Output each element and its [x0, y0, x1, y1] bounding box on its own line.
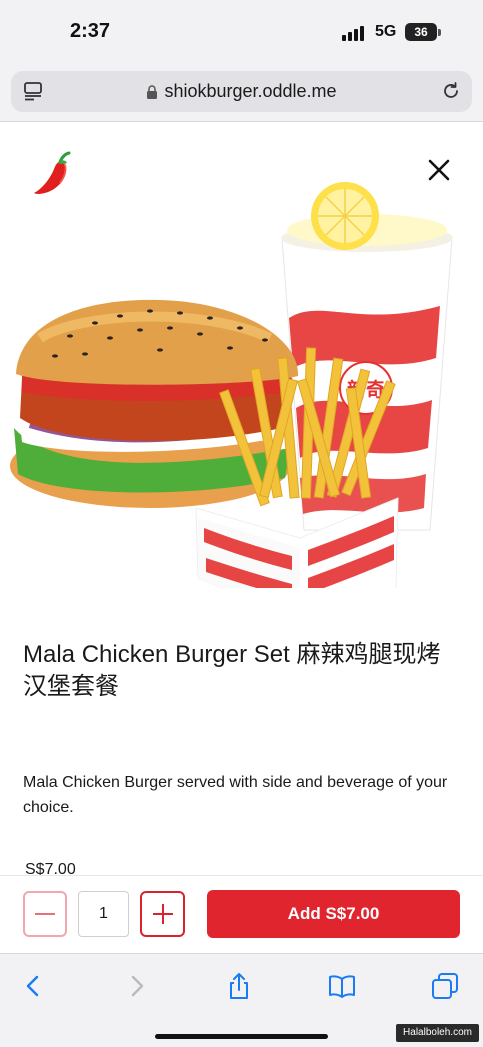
product-image: 新奇	[10, 182, 453, 588]
decrease-quantity-button[interactable]	[23, 891, 67, 937]
signal-icon	[342, 25, 368, 41]
status-bar: 2:37 5G 36	[0, 0, 483, 64]
lock-icon	[147, 84, 158, 99]
browser-toolbar: Halalboleh.com	[0, 953, 483, 1047]
battery-icon: 36	[405, 23, 437, 41]
watermark: Halalboleh.com	[396, 1024, 479, 1042]
bookmarks-icon[interactable]	[328, 972, 356, 1000]
status-time: 2:37	[70, 20, 111, 42]
product-price: S$7.00	[25, 861, 76, 875]
product-description: Mala Chicken Burger served with side and…	[23, 774, 448, 816]
network-label: 5G	[375, 23, 397, 40]
product-detail: 新奇 Mala Chicken Burger Set 麻辣鸡腿现烤汉堡套餐 Ma…	[0, 123, 483, 875]
add-to-cart-button[interactable]: Add S$7.00	[207, 890, 460, 938]
back-icon[interactable]	[19, 972, 47, 1000]
order-bar: 1 Add S$7.00	[0, 875, 483, 953]
home-indicator	[155, 1034, 328, 1039]
share-icon[interactable]	[225, 972, 253, 1000]
increase-quantity-button[interactable]	[140, 891, 185, 937]
battery-tip	[438, 29, 441, 36]
url-text[interactable]: shiokburger.oddle.me	[164, 81, 336, 102]
forward-icon[interactable]	[123, 972, 151, 1000]
product-title: Mala Chicken Burger Set 麻辣鸡腿现烤汉堡套餐	[23, 641, 441, 700]
tabs-icon[interactable]	[431, 972, 459, 1000]
reload-icon[interactable]	[441, 81, 461, 101]
quantity-input[interactable]: 1	[78, 891, 129, 937]
address-bar[interactable]: shiokburger.oddle.me	[11, 71, 472, 112]
minus-icon	[35, 913, 55, 915]
browser-address-area: shiokburger.oddle.me	[0, 64, 483, 122]
